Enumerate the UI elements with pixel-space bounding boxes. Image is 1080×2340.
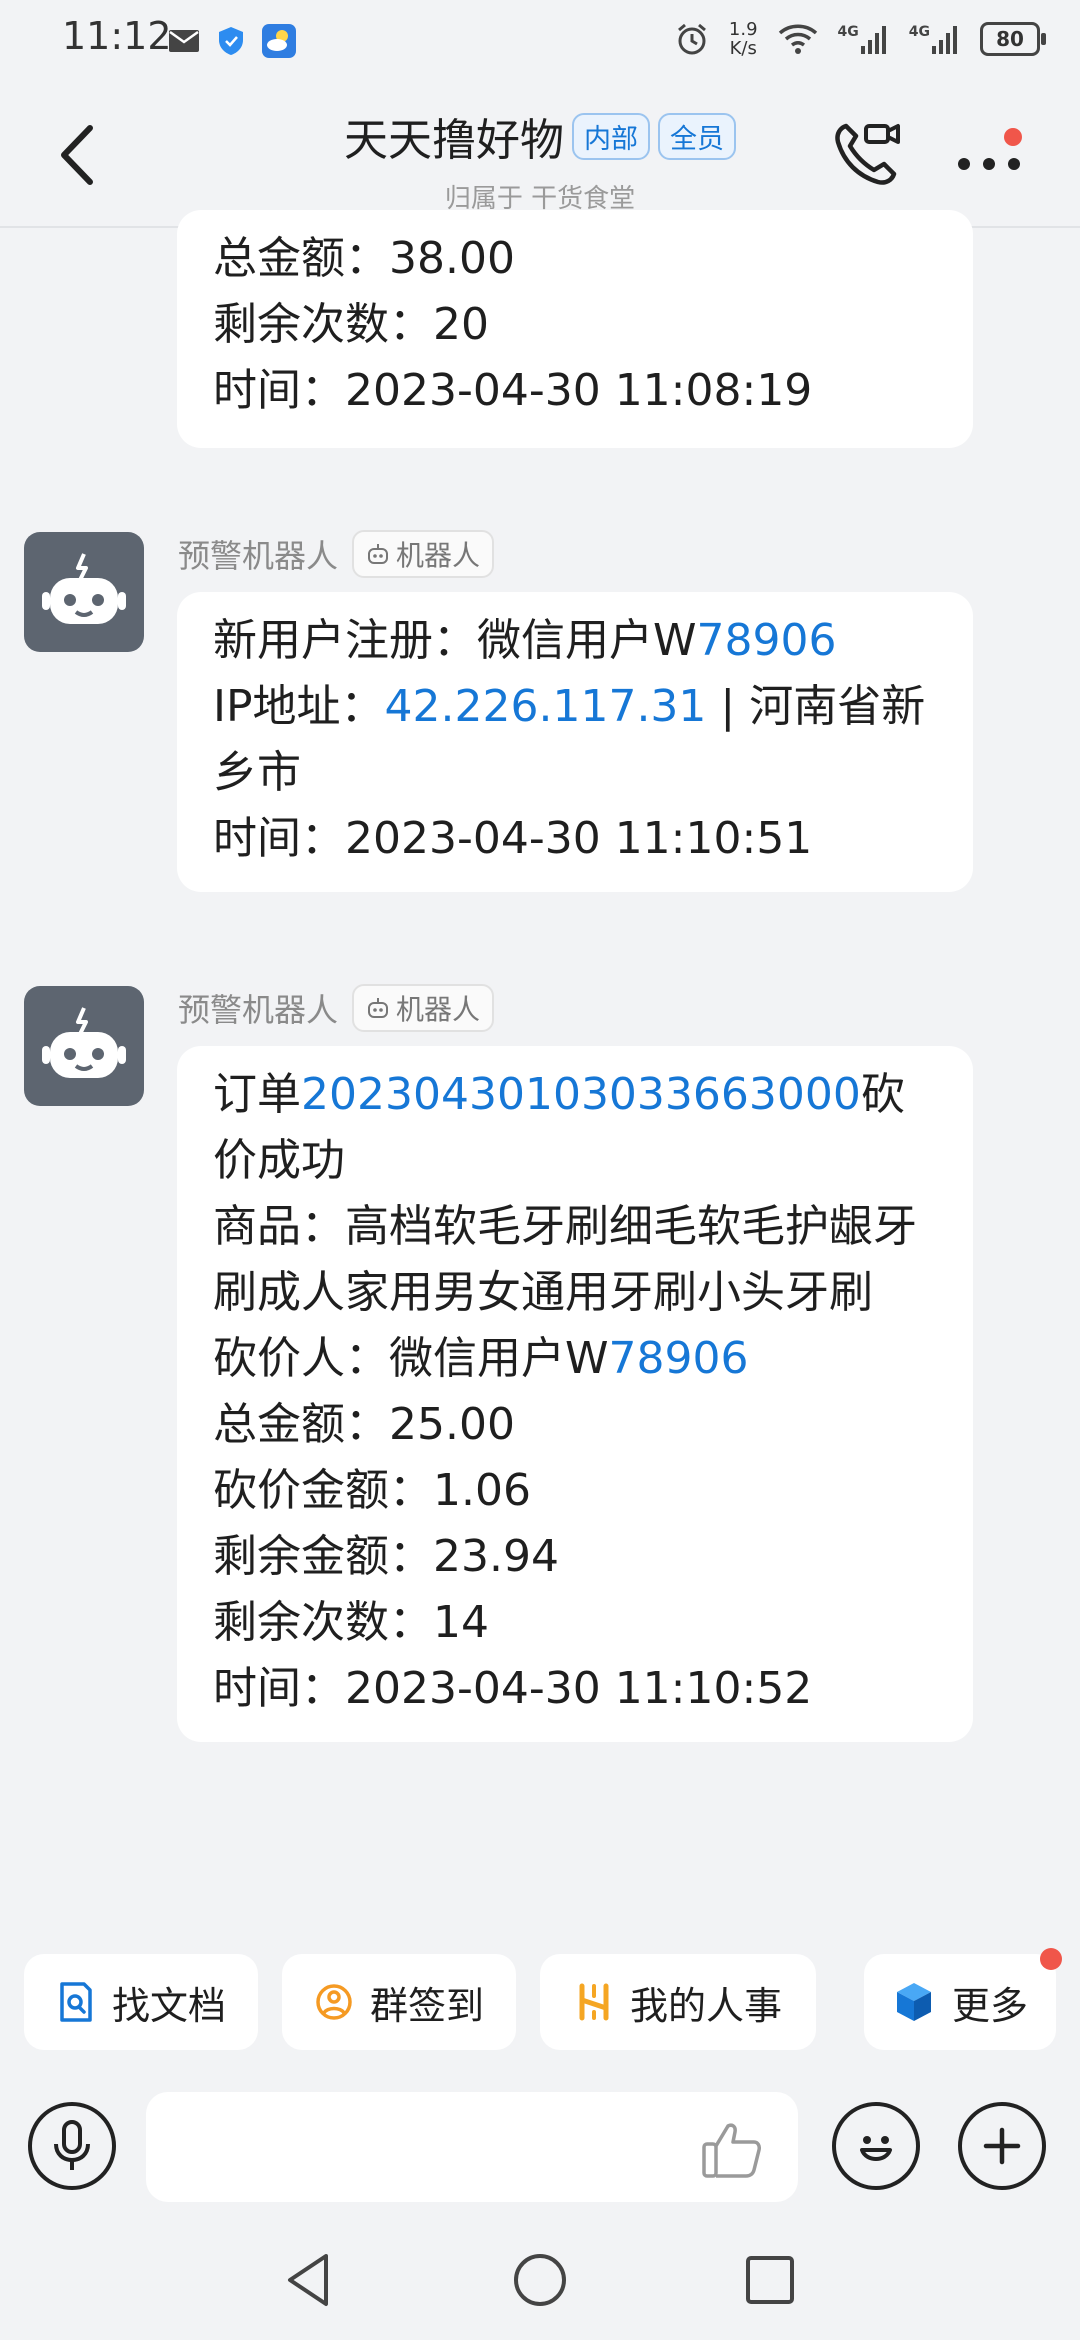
message-bubble[interactable]: 新用户注册：微信用户W78906 IP地址：42.226.117.31 | 河南…: [177, 592, 973, 892]
message-line: 时间：2023-04-30 11:10:52: [213, 1663, 813, 1714]
chat-header: 天天撸好物 内部 全员 归属于 干货食堂: [0, 80, 1080, 228]
hr-icon: [579, 1983, 609, 2021]
emoji-button[interactable]: [832, 2102, 920, 2190]
message-line: 砍价金额：1.06: [213, 1465, 531, 1516]
message-sender: 预警机器人 机器人: [178, 984, 495, 1032]
message-line: 剩余金额：23.94: [213, 1531, 559, 1582]
order-label: 订单: [213, 1069, 301, 1120]
robot-badge: 机器人: [352, 984, 495, 1032]
message-line: 商品：高档软毛牙刷细毛软毛护龈牙刷成人家用男女通用牙刷小头牙刷: [213, 1201, 917, 1318]
voice-button[interactable]: [28, 2102, 116, 2190]
message-line: 总金额：38.00: [213, 233, 515, 284]
user-id-link[interactable]: 78906: [609, 1333, 749, 1384]
user-id-link[interactable]: 78906: [697, 615, 837, 666]
alarm-icon: [677, 23, 706, 55]
message-line: 时间：2023-04-30 11:10:51: [213, 813, 813, 864]
message-bubble[interactable]: 订单20230430103033663000砍价成功 商品：高档软毛牙刷细毛软毛…: [177, 1046, 973, 1742]
signal2-label: 4G: [908, 24, 930, 40]
thumbs-up-icon[interactable]: [700, 2120, 764, 2180]
status-bar: 11:12 1.9 K/s 4G 4G 80: [0, 0, 1080, 80]
wifi-icon: [778, 24, 817, 54]
doc-search-icon: [60, 1982, 92, 2022]
message-line: 剩余次数：14: [213, 1597, 489, 1648]
tag-all-staff: 全员: [658, 112, 736, 160]
signal-bars-icon: [860, 26, 886, 54]
chat-title-area[interactable]: 天天撸好物 内部 全员 归属于 干货食堂: [0, 104, 1080, 215]
network-speed: 1.9 K/s: [729, 20, 758, 58]
ip-link[interactable]: 42.226.117.31: [385, 681, 707, 732]
nav-recents-icon[interactable]: [744, 2254, 796, 2306]
sender-name: 预警机器人: [178, 991, 339, 1029]
message-line: IP地址：42.226.117.31 | 河南省新乡市: [213, 674, 937, 806]
cutter-label: 砍价人：微信用户W: [213, 1333, 609, 1384]
shortcut-my-hr[interactable]: 我的人事: [540, 1954, 816, 2050]
more-options-button[interactable]: [954, 128, 1030, 188]
robot-badge-label: 机器人: [396, 993, 481, 1026]
chat-title: 天天撸好物: [344, 115, 564, 166]
notification-dot: [1004, 128, 1022, 146]
bot-avatar[interactable]: [24, 532, 144, 652]
robot-badge-label: 机器人: [396, 539, 481, 572]
cell-signal-1: 4G: [838, 24, 889, 54]
status-notification-icons: [168, 24, 296, 58]
mail-icon: [169, 30, 199, 52]
microphone-icon: [54, 2120, 90, 2170]
robot-face-icon: [42, 1007, 126, 1078]
message-line: 剩余次数：20: [213, 299, 489, 350]
message-sender: 预警机器人 机器人: [178, 530, 495, 578]
robot-small-icon: [368, 998, 389, 1018]
cube-more-icon: [896, 1983, 931, 2021]
robot-face-icon: [42, 553, 126, 624]
status-time: 11:12: [62, 14, 172, 58]
network-speed-value: 1.9: [728, 19, 758, 40]
shortcut-label: 更多: [951, 1983, 1028, 2028]
shortcut-more[interactable]: 更多: [864, 1948, 1062, 2050]
shortcut-label: 找文档: [111, 1983, 226, 2028]
message-line: 时间：2023-04-30 11:08:19: [213, 365, 813, 416]
ip-label: IP地址：: [213, 681, 385, 732]
signal1-label: 4G: [837, 24, 859, 40]
shortcut-label: 群签到: [369, 1983, 484, 2028]
robot-badge: 机器人: [352, 530, 495, 578]
network-speed-unit: K/s: [729, 38, 757, 59]
weather-icon: [262, 24, 296, 58]
status-system-icons: 1.9 K/s 4G 4G 80: [675, 20, 1046, 58]
nav-back-icon[interactable]: [282, 2250, 336, 2310]
message-bubble[interactable]: 总金额：38.00 剩余次数：20 时间：2023-04-30 11:08:19: [177, 210, 973, 448]
shortcut-group-checkin[interactable]: 群签到: [282, 1954, 516, 2050]
bot-avatar[interactable]: [24, 986, 144, 1106]
signal-bars-icon: [932, 26, 957, 54]
tag-internal: 内部: [572, 112, 650, 160]
video-call-icon[interactable]: [832, 118, 902, 188]
smile-emoji-icon: [860, 2136, 892, 2161]
system-nav-bar: [0, 2220, 1080, 2340]
message-line: 订单20230430103033663000砍价成功: [213, 1062, 937, 1194]
input-bar: [0, 2080, 1080, 2220]
shield-icon: [219, 27, 243, 55]
sender-name: 预警机器人: [178, 537, 339, 575]
order-id-link[interactable]: 20230430103033663000: [301, 1069, 861, 1120]
shortcut-label: 我的人事: [629, 1983, 782, 2028]
location-checkin-icon: [316, 1984, 352, 2020]
battery-indicator: 80: [980, 22, 1046, 56]
shortcut-bar: 找文档 群签到 我的人事 更多: [0, 1948, 1080, 2050]
add-attachment-button[interactable]: [958, 2102, 1046, 2190]
message-line: 新用户注册：微信用户W78906: [213, 608, 937, 674]
plus-icon: [983, 2127, 1021, 2165]
message-line: 总金额：25.00: [213, 1399, 515, 1450]
nav-home-icon[interactable]: [512, 2252, 568, 2308]
registration-text: 新用户注册：微信用户W: [213, 615, 697, 666]
cell-signal-2: 4G: [909, 24, 960, 54]
message-line: 砍价人：微信用户W78906: [213, 1326, 937, 1392]
notification-dot: [1040, 1948, 1062, 1970]
shortcut-find-docs[interactable]: 找文档: [24, 1954, 258, 2050]
robot-small-icon: [368, 544, 389, 564]
